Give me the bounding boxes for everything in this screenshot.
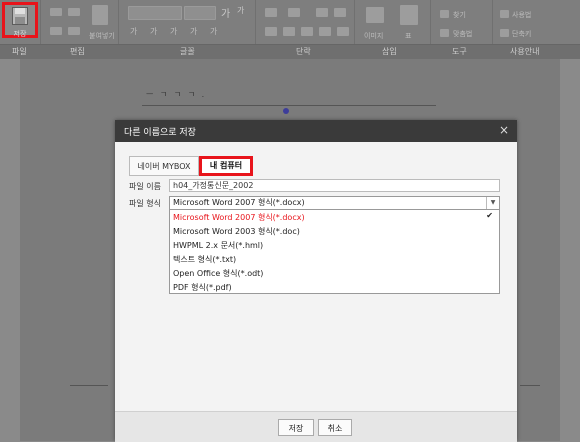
file-type-dropdown: Microsoft Word 2007 형식(*.docx) ✔ Microso…: [169, 210, 500, 294]
group-label-paragraph[interactable]: 단락: [296, 46, 311, 57]
image-icon[interactable]: [366, 7, 384, 23]
shortcut-label[interactable]: 단축키: [512, 29, 531, 39]
chevron-down-icon[interactable]: ▼: [486, 197, 499, 209]
cursor-handle[interactable]: [283, 108, 289, 114]
file-type-option[interactable]: HWPML 2.x 문서(*.hml): [173, 240, 263, 251]
file-name-label: 파일 이름: [129, 182, 161, 191]
group-label-insert[interactable]: 삽입: [382, 46, 397, 57]
dialog-title: 다른 이름으로 저장: [124, 128, 196, 138]
font-grow-icon[interactable]: 가: [221, 5, 230, 20]
ribbon-toolbar: 저장 붙여넣기 가 가 가 가 가 가 가 이미지 표 찾기 맞춤법 사용법 단…: [0, 0, 580, 44]
paste-icon[interactable]: [92, 5, 108, 25]
find-label[interactable]: 찾기: [453, 10, 466, 20]
align-left-icon[interactable]: [265, 27, 277, 36]
close-icon[interactable]: ×: [499, 123, 509, 137]
dialog-title-bar: 다른 이름으로 저장 ×: [115, 120, 517, 142]
paragraph-group: [255, 0, 355, 44]
guide-icon[interactable]: [500, 10, 509, 18]
font-color-button[interactable]: 가: [210, 26, 217, 37]
indent-icon[interactable]: [316, 8, 328, 17]
undo-icon[interactable]: [50, 8, 62, 16]
italic-button[interactable]: 가: [150, 26, 157, 37]
save-button[interactable]: 저장: [2, 2, 38, 38]
save-dialog-button[interactable]: 저장: [278, 419, 314, 436]
group-label-edit[interactable]: 편집: [70, 46, 85, 57]
file-type-option[interactable]: Open Office 형식(*.odt): [173, 268, 263, 279]
document-rule-right: [520, 385, 540, 386]
font-shrink-icon[interactable]: 가: [237, 5, 244, 16]
table-label: 표: [405, 32, 412, 40]
save-as-dialog: 다른 이름으로 저장 × 네이버 MYBOX 내 컴퓨터 파일 이름 h04_가…: [115, 120, 517, 442]
spellcheck-icon[interactable]: [440, 29, 449, 37]
document-rule-left: [70, 385, 108, 386]
group-label-tools[interactable]: 도구: [452, 46, 467, 57]
table-icon[interactable]: [400, 5, 418, 25]
outdent-icon[interactable]: [334, 8, 346, 17]
spellcheck-label[interactable]: 맞춤법: [453, 29, 472, 39]
align-right-icon[interactable]: [301, 27, 313, 36]
file-type-select[interactable]: Microsoft Word 2007 형식(*.docx) ▼: [169, 196, 500, 210]
document-text: ㅡ ㄱ ㄱ ㄱ .: [146, 90, 207, 99]
bold-button[interactable]: 가: [130, 26, 137, 37]
checkmark-icon: ✔: [486, 211, 493, 220]
file-type-option[interactable]: Microsoft Word 2007 형식(*.docx): [173, 212, 305, 223]
group-label-font[interactable]: 글꼴: [180, 46, 195, 57]
save-button-label: 저장: [13, 30, 27, 38]
tab-naver-mybox[interactable]: 네이버 MYBOX: [129, 156, 199, 176]
file-type-option[interactable]: 텍스트 형식(*.txt): [173, 254, 236, 265]
underline-button[interactable]: 가: [170, 26, 177, 37]
file-type-option[interactable]: Microsoft Word 2003 형식(*.doc): [173, 226, 300, 237]
dialog-footer: 저장 취소: [115, 411, 517, 442]
numbered-list-icon[interactable]: [288, 8, 300, 17]
file-type-label: 파일 형식: [129, 199, 161, 208]
tab-my-computer[interactable]: 내 컴퓨터: [199, 156, 253, 176]
find-icon[interactable]: [440, 10, 449, 18]
guide-label[interactable]: 사용법: [512, 10, 531, 20]
shortcut-icon[interactable]: [500, 29, 509, 37]
file-type-selected: Microsoft Word 2007 형식(*.docx): [173, 198, 305, 207]
file-type-option[interactable]: PDF 형식(*.pdf): [173, 282, 232, 293]
floppy-disk-icon: [12, 7, 28, 25]
align-center-icon[interactable]: [283, 27, 295, 36]
group-label-guide[interactable]: 사용안내: [510, 46, 539, 57]
document-rule: [142, 105, 436, 106]
redo-icon[interactable]: [68, 8, 80, 16]
file-name-input[interactable]: h04_가정통신문_2002: [169, 179, 500, 192]
ribbon-group-labels: 파일 편집 글꼴 단락 삽입 도구 사용안내: [0, 44, 580, 59]
justify-icon[interactable]: [319, 27, 331, 36]
font-family-select[interactable]: [128, 6, 182, 20]
image-label: 이미지: [364, 32, 384, 40]
cut-icon[interactable]: [50, 27, 62, 35]
cancel-button[interactable]: 취소: [318, 419, 352, 436]
bullet-list-icon[interactable]: [265, 8, 277, 17]
line-spacing-icon[interactable]: [337, 27, 349, 36]
copy-icon[interactable]: [68, 27, 80, 35]
strikethrough-button[interactable]: 가: [190, 26, 197, 37]
paste-label: 붙여넣기: [89, 32, 115, 40]
font-size-select[interactable]: [184, 6, 216, 20]
group-label-file[interactable]: 파일: [12, 46, 27, 57]
